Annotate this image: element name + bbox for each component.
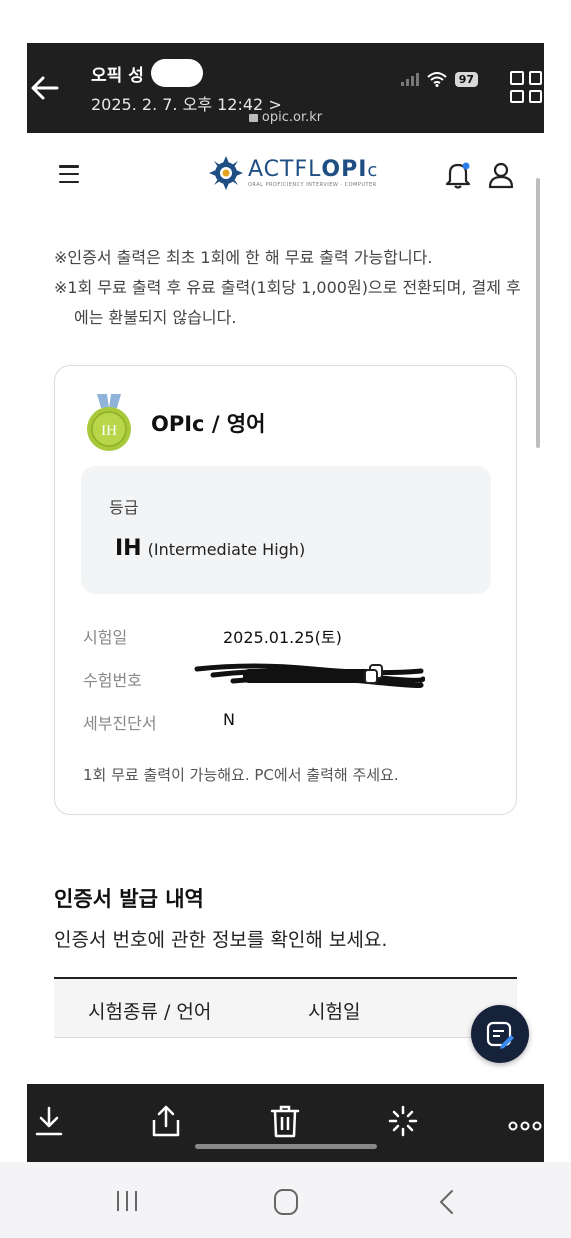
- ai-edit-sparkle-icon[interactable]: [387, 1104, 419, 1138]
- android-navigation-bar: [0, 1162, 571, 1238]
- history-title: 인증서 발급 내역: [54, 887, 204, 911]
- menu-icon[interactable]: [59, 165, 79, 183]
- lock-icon: [248, 113, 258, 122]
- info-key: 시험일: [83, 628, 128, 647]
- redaction-scribble: [194, 663, 425, 688]
- download-icon[interactable]: [33, 1104, 65, 1138]
- grade-code: IH: [115, 536, 142, 561]
- history-table-header: 시험종류 / 언어 시험일: [54, 977, 517, 1038]
- info-key: 수험번호: [83, 671, 142, 690]
- user-profile-icon[interactable]: [487, 161, 515, 189]
- support-fab-button[interactable]: [479, 1081, 529, 1083]
- viewer-album-title: 오픽 성: [91, 66, 144, 86]
- gallery-viewer-bottom-bar: [27, 1084, 544, 1162]
- page-scrollbar[interactable]: [536, 178, 540, 448]
- column-header-exam-type: 시험종류 / 언어: [88, 1001, 212, 1023]
- back-arrow-icon[interactable]: [29, 73, 61, 103]
- notice-text: ※인증서 출력은 최초 1회에 한 해 무료 출력 가능합니다. ※1회 무료 …: [54, 243, 524, 333]
- back-icon[interactable]: [436, 1188, 458, 1216]
- grade-description: (Intermediate High): [147, 540, 306, 559]
- notice-line-1: ※인증서 출력은 최초 1회에 한 해 무료 출력 가능합니다.: [54, 248, 433, 267]
- delete-icon[interactable]: [269, 1104, 301, 1138]
- info-value: N: [223, 710, 235, 729]
- print-guide-text: 1회 무료 출력이 가능해요. PC에서 출력해 주세요.: [83, 766, 399, 784]
- home-icon[interactable]: [272, 1188, 300, 1216]
- medal-text: IH: [101, 423, 117, 439]
- logo-c-text: c: [367, 159, 379, 181]
- battery-indicator: 97: [454, 71, 478, 87]
- redaction-mask: [151, 59, 203, 87]
- history-subtitle: 인증서 번호에 관한 정보를 확인해 보세요.: [54, 929, 388, 951]
- logo-opi-text: OPI: [321, 156, 368, 182]
- logo-actfl-text: ACTFL: [248, 156, 322, 182]
- headset-icon: [479, 1081, 529, 1083]
- column-header-exam-date: 시험일: [308, 1001, 361, 1023]
- signal-icon: [400, 72, 419, 86]
- more-options-icon[interactable]: [507, 1104, 543, 1138]
- grade-value: IH (Intermediate High): [115, 536, 305, 561]
- logo-subtitle: ORAL PROFICIENCY INTERVIEW · COMPUTER: [248, 181, 377, 188]
- recent-apps-icon[interactable]: [114, 1188, 140, 1214]
- medal-ih-icon: IH: [87, 394, 131, 451]
- info-key: 세부진단서: [83, 714, 157, 733]
- share-icon[interactable]: [150, 1104, 182, 1138]
- notification-bell-icon[interactable]: [445, 161, 471, 189]
- exam-title: OPIc / 영어: [151, 412, 266, 436]
- memo-fab-button[interactable]: [471, 1005, 529, 1063]
- grade-label: 등급: [109, 498, 139, 517]
- url-bar: opic.or.kr: [27, 110, 544, 133]
- notice-line-2: ※1회 무료 출력 후 유료 출력(1회당 1,000원)으로 전환되며, 결제…: [54, 278, 521, 327]
- copy-icon[interactable]: [363, 663, 385, 685]
- info-value: 2025.01.25(토): [223, 628, 342, 647]
- memo-edit-icon: [486, 1021, 514, 1049]
- grid-view-icon[interactable]: [510, 71, 542, 103]
- actfl-opic-logo[interactable]: ACTFLOPIc ORAL PROFICIENCY INTERVIEW · C…: [208, 155, 378, 191]
- logo-mark-icon: [209, 156, 243, 190]
- certificate-card: IH OPIc / 영어 등급 IH (Intermediate High) 시험…: [54, 365, 517, 815]
- site-header: ACTFLOPIc ORAL PROFICIENCY INTERVIEW · C…: [27, 133, 544, 218]
- wifi-icon: [427, 72, 447, 87]
- screenshot-root: 오픽 성 2025. 2. 7. 오후 12:42 > 97 opic.or.k…: [0, 0, 571, 1238]
- home-indicator: [195, 1144, 377, 1149]
- status-icons: 97: [400, 71, 478, 87]
- grade-box: 등급 IH (Intermediate High): [81, 466, 491, 594]
- url-text: opic.or.kr: [261, 110, 323, 125]
- web-page: ACTFLOPIc ORAL PROFICIENCY INTERVIEW · C…: [27, 133, 544, 1083]
